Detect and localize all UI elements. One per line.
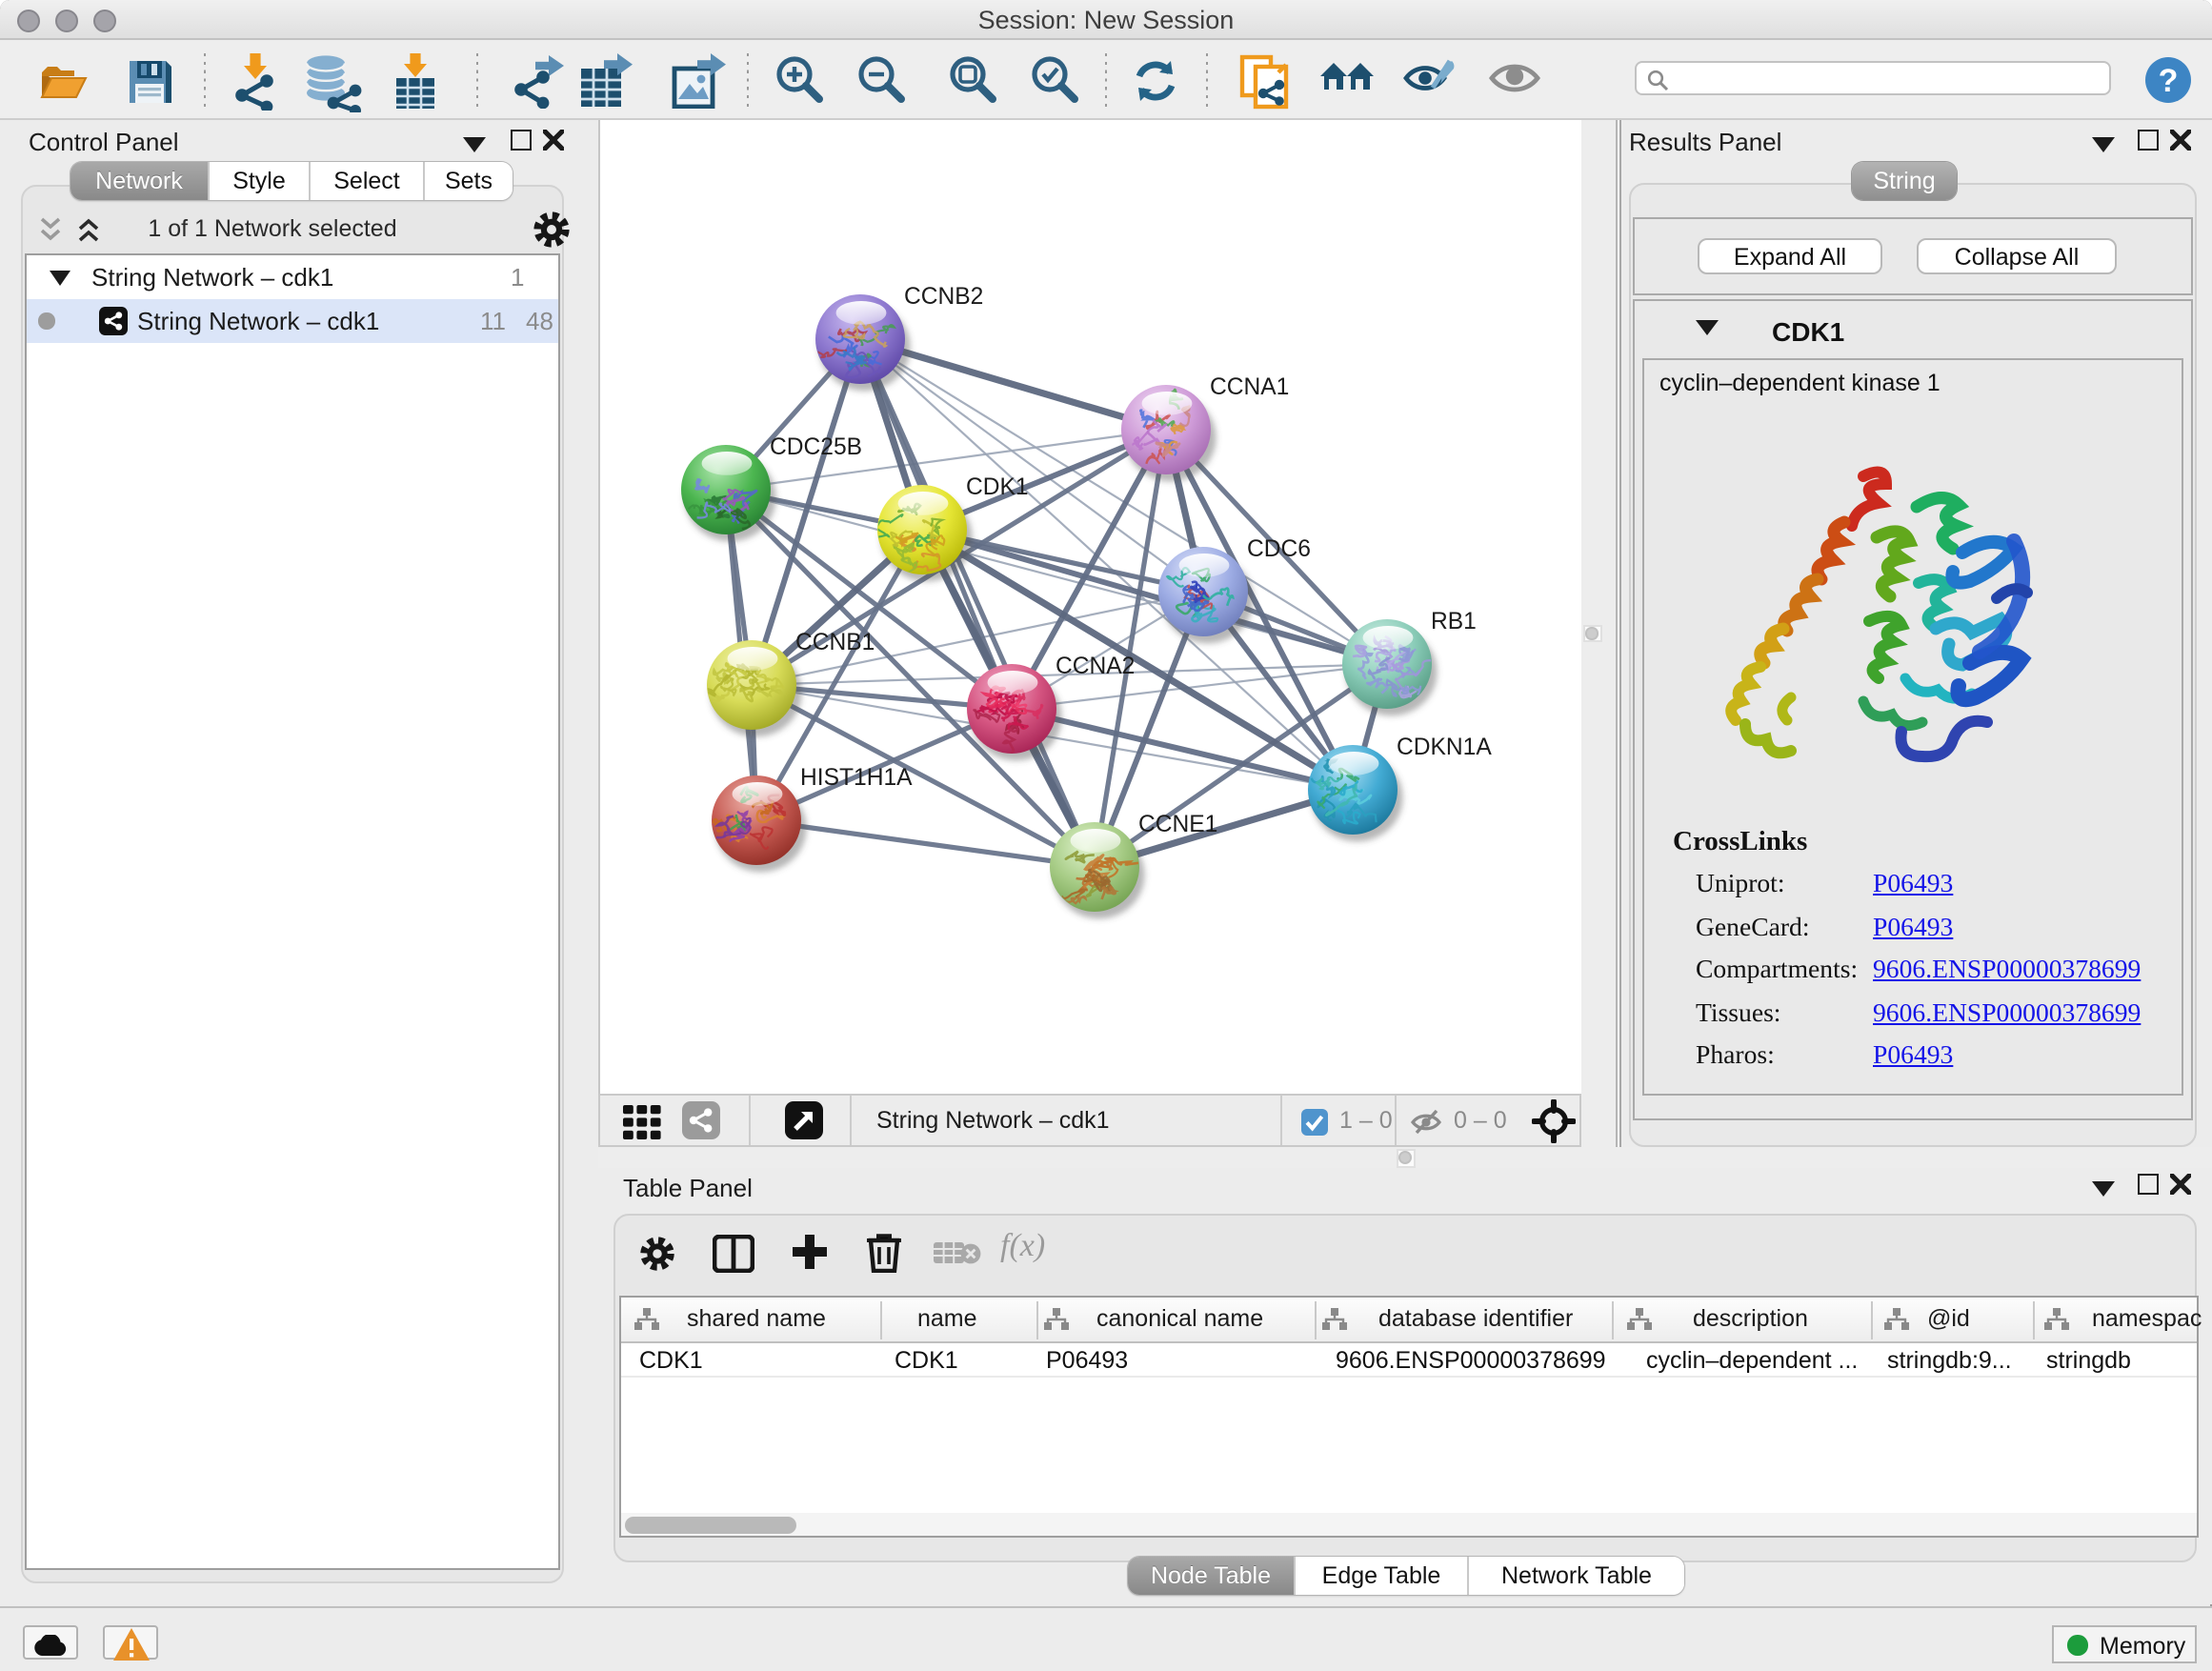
svg-text:CDKN1A: CDKN1A (1397, 735, 1492, 760)
svg-text:?: ? (2159, 63, 2179, 99)
svg-text:HIST1H1A: HIST1H1A (800, 765, 913, 791)
svg-text:CCNA1: CCNA1 (1210, 374, 1289, 400)
svg-text:CCNB1: CCNB1 (795, 630, 875, 655)
svg-text:CCNE1: CCNE1 (1138, 812, 1217, 837)
svg-text:CDC25B: CDC25B (770, 434, 862, 460)
svg-text:CCNA2: CCNA2 (1056, 654, 1135, 679)
svg-text:RB1: RB1 (1431, 609, 1477, 634)
svg-text:CDC6: CDC6 (1247, 536, 1311, 562)
svg-text:CDK1: CDK1 (966, 474, 1029, 500)
svg-text:CCNB2: CCNB2 (904, 284, 983, 310)
